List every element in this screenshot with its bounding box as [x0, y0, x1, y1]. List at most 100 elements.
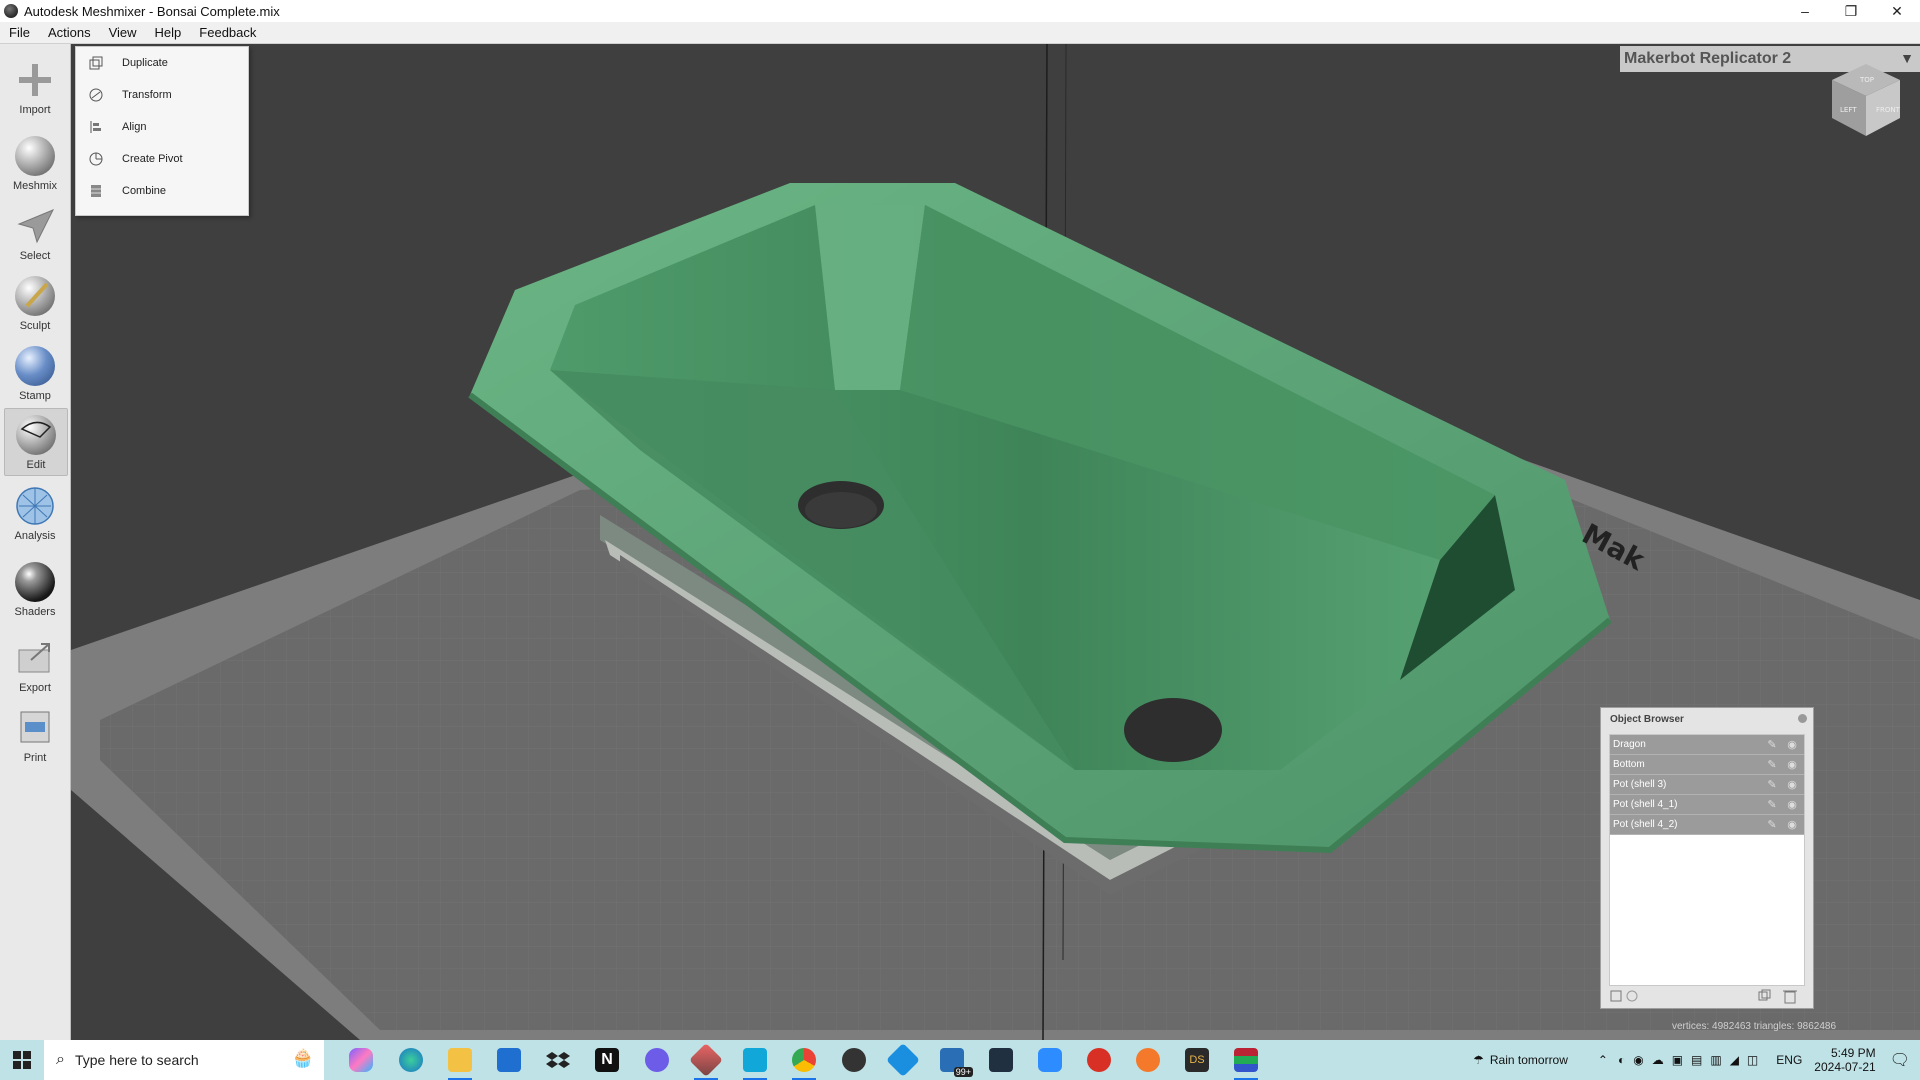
stamp-sphere-icon	[13, 344, 57, 388]
blue-star-app-icon[interactable]	[886, 1043, 920, 1077]
duplicate-object-icon[interactable]	[1758, 989, 1771, 1001]
minimize-button[interactable]: –	[1782, 0, 1828, 22]
copilot-app-icon[interactable]	[346, 1045, 376, 1075]
menu-item-create-pivot[interactable]: Create Pivot	[76, 143, 248, 175]
restore-button[interactable]: ❐	[1828, 0, 1874, 22]
tool-label: Select	[19, 250, 51, 262]
edge-app-icon[interactable]	[396, 1045, 426, 1075]
tool-analysis[interactable]: Analysis	[4, 480, 66, 546]
pencil-icon[interactable]: ✎	[1764, 797, 1780, 813]
dropbox-app-icon[interactable]	[543, 1045, 573, 1075]
mail-app-icon[interactable]: 99+	[937, 1045, 973, 1077]
search-icon: ⌕	[56, 1051, 65, 1068]
tool-meshmix[interactable]: Meshmix	[4, 130, 66, 196]
eye-icon[interactable]: ◉	[1784, 777, 1800, 793]
meshmixer-taskbar-icon[interactable]	[689, 1043, 723, 1080]
terminal-app-icon[interactable]	[986, 1045, 1016, 1075]
analysis-sphere-icon	[13, 484, 57, 528]
language-indicator[interactable]: ENG	[1776, 1053, 1802, 1067]
tool-import[interactable]: Import	[4, 54, 66, 120]
inkscape-app-icon[interactable]	[839, 1045, 869, 1075]
object-row[interactable]: Pot (shell 4_1) ✎ ◉	[1610, 795, 1804, 815]
chrome-app-icon[interactable]	[789, 1045, 819, 1080]
tool-sculpt[interactable]: Sculpt	[4, 270, 66, 336]
eye-icon[interactable]: ◉	[1784, 797, 1800, 813]
tool-label: Analysis	[14, 530, 56, 542]
windows-start-icon[interactable]	[0, 1040, 44, 1080]
notion-app-icon[interactable]: N	[592, 1045, 622, 1075]
clock-date: 2024-07-21	[1814, 1060, 1876, 1074]
tool-stamp[interactable]: Stamp	[4, 340, 66, 406]
pencil-icon[interactable]: ✎	[1764, 817, 1780, 833]
menu-bar: File Actions View Help Feedback	[0, 22, 1920, 44]
gmail-app-icon[interactable]	[1084, 1045, 1114, 1075]
taskbar-search-box[interactable]: ⌕ Type here to search 🧁	[44, 1040, 324, 1080]
arrow-cursor-icon	[13, 204, 57, 248]
bunny-sphere-icon	[13, 134, 57, 178]
add-object-icon[interactable]	[1610, 990, 1622, 1002]
menu-help[interactable]: Help	[146, 25, 191, 40]
tray-icons[interactable]: ◐◉☁▣▤▥◢◫	[1618, 1053, 1766, 1067]
tool-shaders[interactable]: Shaders	[4, 556, 66, 622]
blender-app-icon[interactable]	[1133, 1045, 1163, 1075]
pivot-object-icon[interactable]	[1626, 990, 1638, 1002]
c-app-icon[interactable]	[740, 1045, 770, 1080]
ds-app-icon[interactable]: DS	[1182, 1045, 1212, 1075]
tool-edit[interactable]: Edit	[4, 408, 68, 476]
object-list: Dragon ✎ ◉ Bottom ✎ ◉ Pot (shell 3) ✎ ◉ …	[1609, 734, 1805, 986]
object-name: Pot (shell 4_1)	[1613, 799, 1678, 810]
combine-icon	[88, 183, 104, 199]
print-icon	[13, 706, 57, 750]
tool-export[interactable]: Export	[4, 632, 66, 698]
vpn-app-icon[interactable]	[642, 1045, 672, 1075]
tool-label: Meshmix	[12, 180, 57, 192]
tool-label: Import	[19, 104, 51, 116]
zoom-app-icon[interactable]	[1035, 1045, 1065, 1075]
menu-item-align[interactable]: Align	[76, 111, 248, 143]
menu-item-transform[interactable]: Transform	[76, 79, 248, 111]
eye-icon[interactable]: ◉	[1784, 757, 1800, 773]
trash-icon[interactable]	[1783, 990, 1797, 1004]
notification-icon[interactable]: 🗨	[1890, 1050, 1910, 1070]
chevron-up-icon[interactable]: ⌃	[1598, 1053, 1608, 1067]
menu-item-combine[interactable]: Combine	[76, 175, 248, 207]
tool-select[interactable]: Select	[4, 200, 66, 266]
actions-dropdown: Duplicate Transform Align Create Pivot C…	[75, 46, 249, 216]
pencil-icon[interactable]: ✎	[1764, 757, 1780, 773]
shader-sphere-icon	[13, 560, 57, 604]
export-icon	[13, 636, 57, 680]
tool-print[interactable]: Print	[4, 702, 66, 768]
object-name: Bottom	[1613, 759, 1645, 770]
menu-actions[interactable]: Actions	[39, 25, 100, 40]
view-cube[interactable]: TOP LEFT FRONT	[1826, 60, 1906, 140]
object-row[interactable]: Pot (shell 4_2) ✎ ◉	[1610, 815, 1804, 835]
menu-item-label: Transform	[122, 89, 172, 101]
system-tray: ☂ Rain tomorrow ⌃ ◐◉☁▣▤▥◢◫ ENG 5:49 PM 2…	[1473, 1040, 1920, 1080]
menu-item-duplicate[interactable]: Duplicate	[76, 47, 248, 79]
object-row[interactable]: Pot (shell 3) ✎ ◉	[1610, 775, 1804, 795]
duplicate-icon	[88, 55, 104, 71]
window-controls: – ❐ ✕	[1782, 0, 1920, 22]
weather-text[interactable]: Rain tomorrow	[1490, 1053, 1568, 1067]
window-title: Autodesk Meshmixer - Bonsai Complete.mix	[24, 3, 280, 19]
clock[interactable]: 5:49 PM 2024-07-21	[1814, 1046, 1875, 1074]
tool-label: Print	[23, 752, 47, 764]
pencil-icon[interactable]: ✎	[1764, 737, 1780, 753]
winrar-app-icon[interactable]	[1231, 1045, 1261, 1080]
eye-icon[interactable]: ◉	[1784, 737, 1800, 753]
eye-icon[interactable]: ◉	[1784, 817, 1800, 833]
file-explorer-app-icon[interactable]	[445, 1045, 475, 1080]
close-icon[interactable]	[1798, 714, 1807, 723]
close-button[interactable]: ✕	[1874, 0, 1920, 22]
align-icon	[88, 119, 104, 135]
left-toolbar: Import Meshmix Select Sculpt Stamp Edit …	[0, 44, 71, 1040]
pencil-icon[interactable]: ✎	[1764, 777, 1780, 793]
menu-item-label: Create Pivot	[122, 153, 183, 165]
store-app-icon[interactable]	[494, 1045, 524, 1075]
meshmixer-app-icon	[4, 4, 18, 18]
object-row[interactable]: Dragon ✎ ◉	[1610, 735, 1804, 755]
menu-view[interactable]: View	[100, 25, 146, 40]
object-row[interactable]: Bottom ✎ ◉	[1610, 755, 1804, 775]
menu-file[interactable]: File	[0, 25, 39, 40]
menu-feedback[interactable]: Feedback	[190, 25, 265, 40]
